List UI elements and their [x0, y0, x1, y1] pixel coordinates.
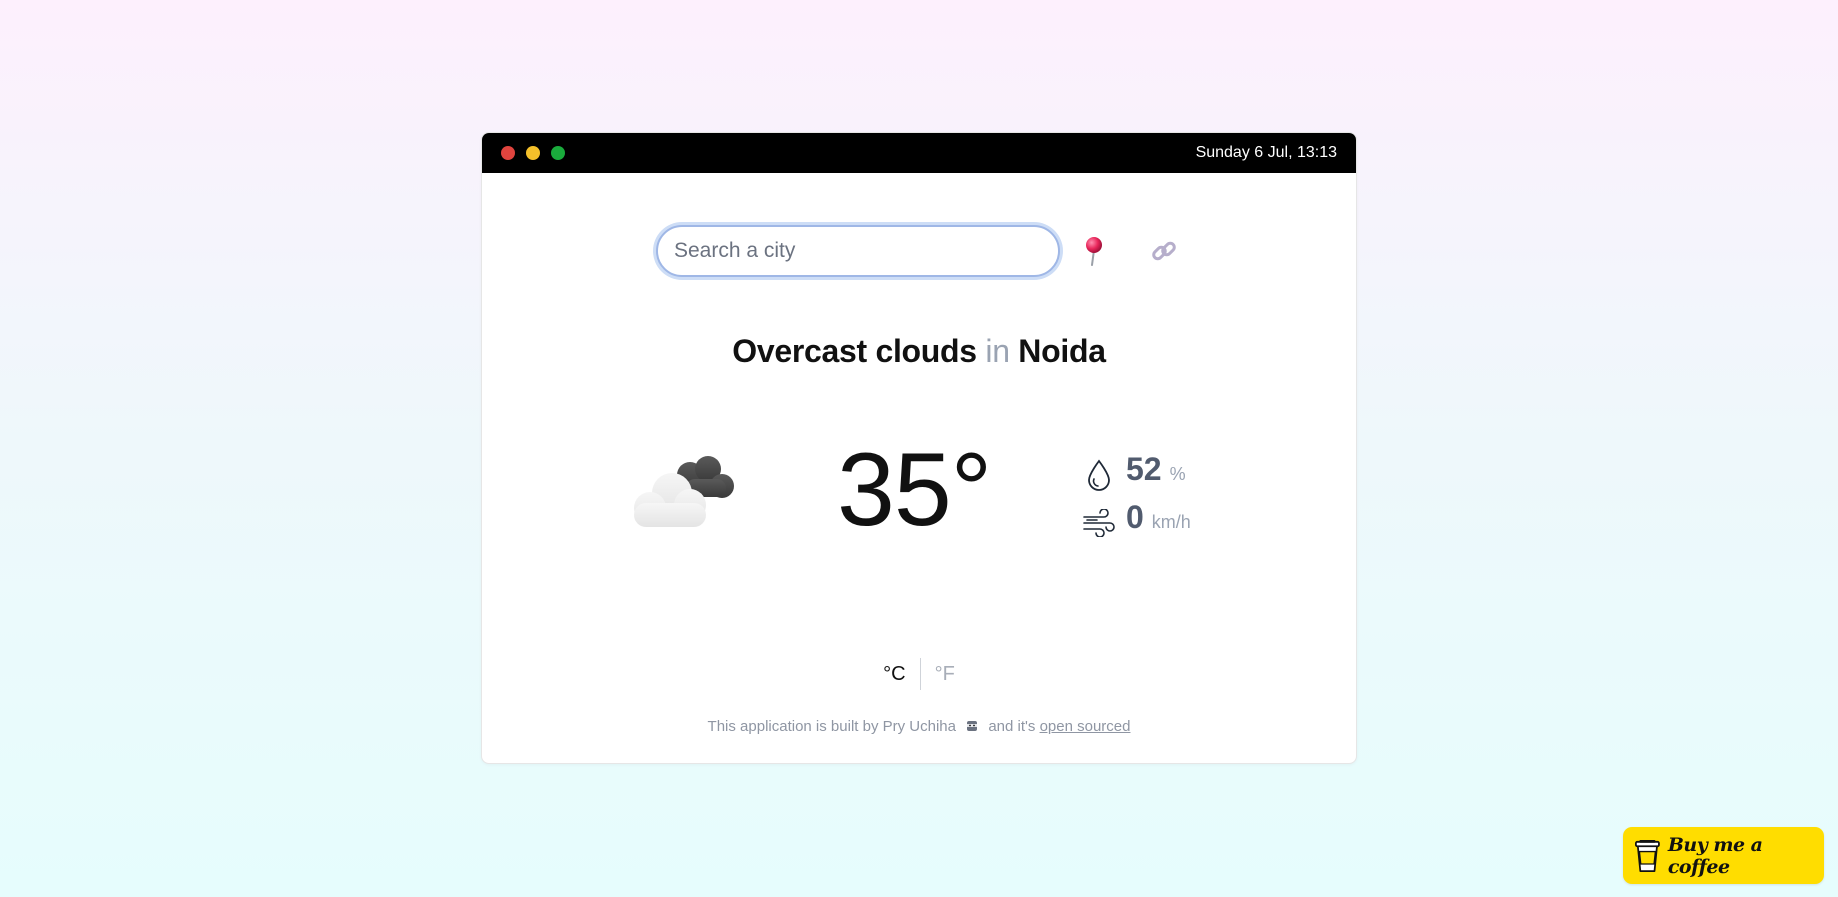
minimize-dot[interactable] — [526, 146, 540, 160]
date-time: Sunday 6 Jul, 13:13 — [1195, 144, 1337, 161]
ninja-icon — [967, 721, 978, 731]
humidity-value: 52 — [1126, 451, 1162, 487]
weather-stats: 52 % 0 km/h — [1082, 451, 1191, 547]
footer: This application is built by Pry Uchiha … — [482, 718, 1356, 735]
humidity-stat: 52 % — [1082, 451, 1191, 499]
window-controls — [501, 146, 565, 160]
wind-stat: 0 km/h — [1082, 499, 1191, 547]
temperature-value: 35° — [837, 432, 992, 548]
connector-text: in — [985, 333, 1010, 369]
open-source-link[interactable]: open sourced — [1040, 718, 1131, 735]
wind-icon — [1082, 506, 1116, 540]
search-row — [482, 225, 1356, 277]
celsius-button[interactable]: °C — [869, 661, 919, 688]
buy-me-a-coffee-button[interactable]: Buy me a coffee — [1623, 827, 1824, 884]
humidity-unit: % — [1169, 464, 1186, 484]
current-location-button[interactable] — [1076, 233, 1112, 269]
city-name: Noida — [1018, 333, 1106, 369]
share-link-button[interactable] — [1146, 233, 1182, 269]
coffee-label: Buy me a coffee — [1667, 833, 1763, 878]
app-window: Sunday 6 Jul, 13:13 Search a city Overca… — [481, 132, 1357, 764]
footer-middle: and it's — [988, 718, 1036, 735]
condition-text: Overcast clouds — [732, 333, 977, 369]
city-search-input[interactable] — [656, 225, 1060, 277]
weather-headline: Overcast clouds in Noida — [482, 333, 1356, 370]
droplet-icon — [1082, 458, 1116, 492]
unit-toggle: °C °F — [482, 658, 1356, 690]
overcast-cloud-icon — [634, 456, 734, 527]
maximize-dot[interactable] — [551, 146, 565, 160]
title-bar: Sunday 6 Jul, 13:13 — [482, 133, 1356, 173]
close-dot[interactable] — [501, 146, 515, 160]
footer-credit: This application is built by Pry Uchiha — [707, 718, 956, 735]
weather-summary: 35° 52 % 0 km/h — [482, 433, 1356, 583]
fahrenheit-button[interactable]: °F — [921, 661, 969, 688]
pin-icon — [1086, 237, 1102, 266]
coffee-cup-icon — [1635, 839, 1660, 872]
link-icon — [1152, 241, 1176, 261]
wind-unit: km/h — [1151, 512, 1191, 532]
wind-value: 0 — [1126, 499, 1144, 535]
